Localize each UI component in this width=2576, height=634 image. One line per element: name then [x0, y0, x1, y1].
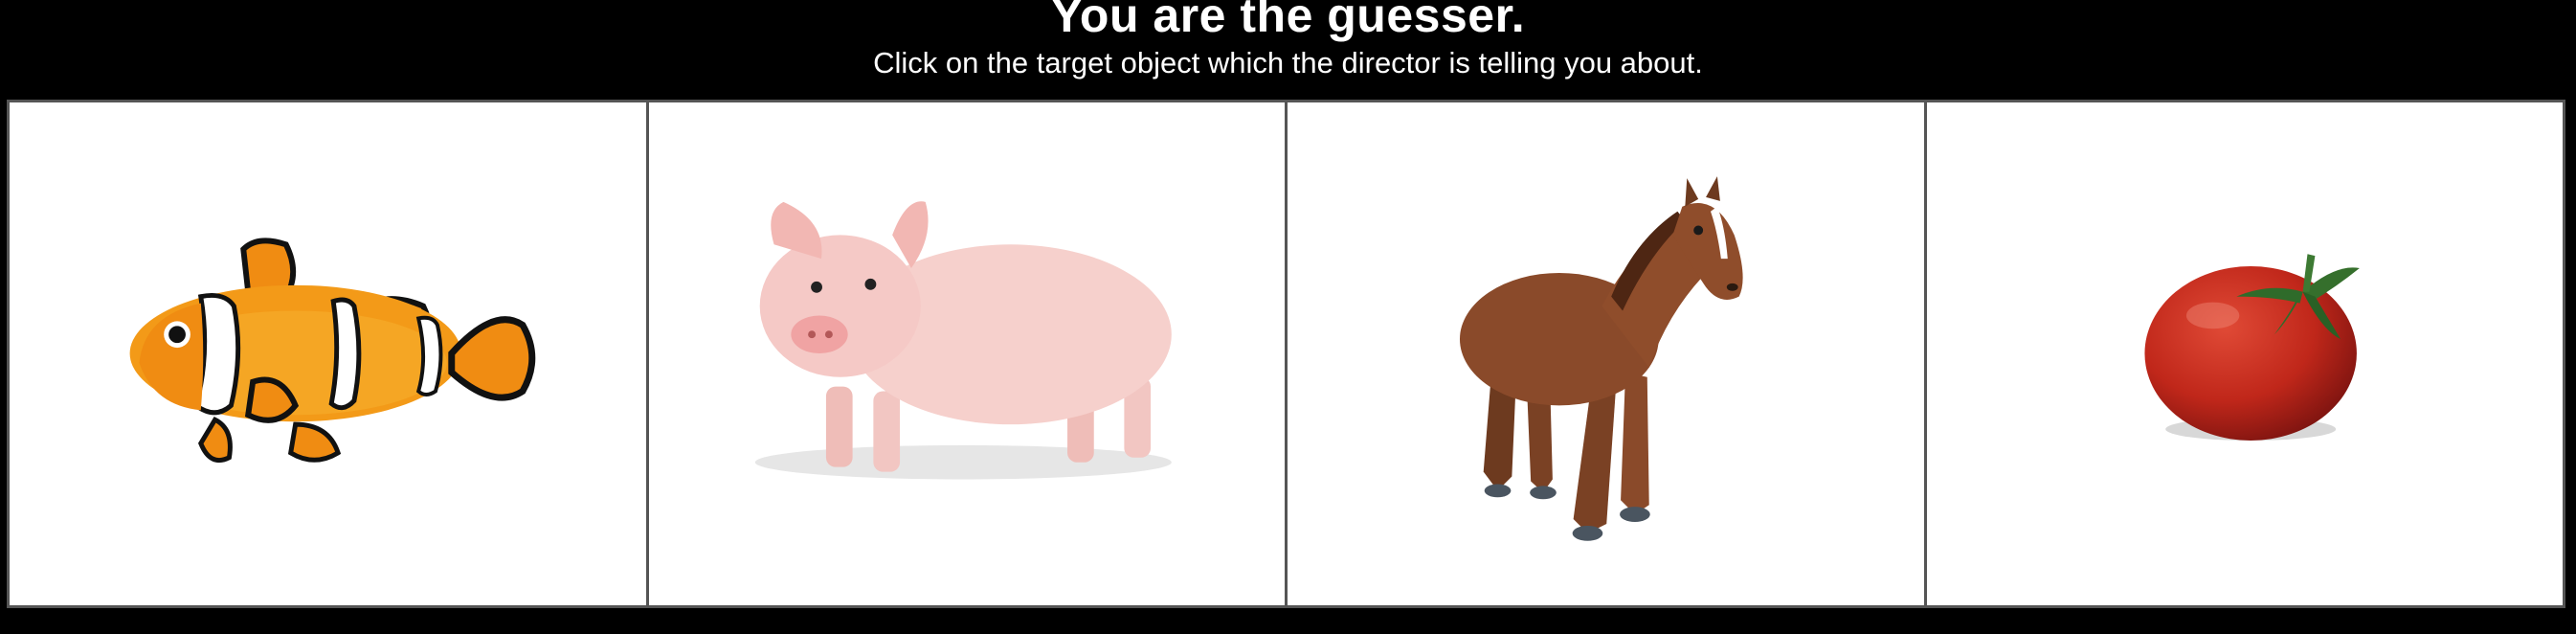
tomato-icon: [2143, 254, 2360, 441]
page-title: You are the guesser.: [1050, 0, 1526, 42]
object-card-horse[interactable]: [1288, 100, 1927, 608]
object-grid: [7, 100, 2565, 608]
instruction-header: You are the guesser. Click on the target…: [0, 0, 2576, 100]
pig-icon: [754, 201, 1172, 480]
horse-icon: [1459, 176, 1743, 541]
clownfish-icon: [129, 238, 536, 464]
object-card-tomato[interactable]: [1926, 100, 2565, 608]
object-card-pig[interactable]: [648, 100, 1288, 608]
object-card-clownfish[interactable]: [7, 100, 649, 608]
instruction-text: Click on the target object which the dir…: [873, 46, 1703, 79]
